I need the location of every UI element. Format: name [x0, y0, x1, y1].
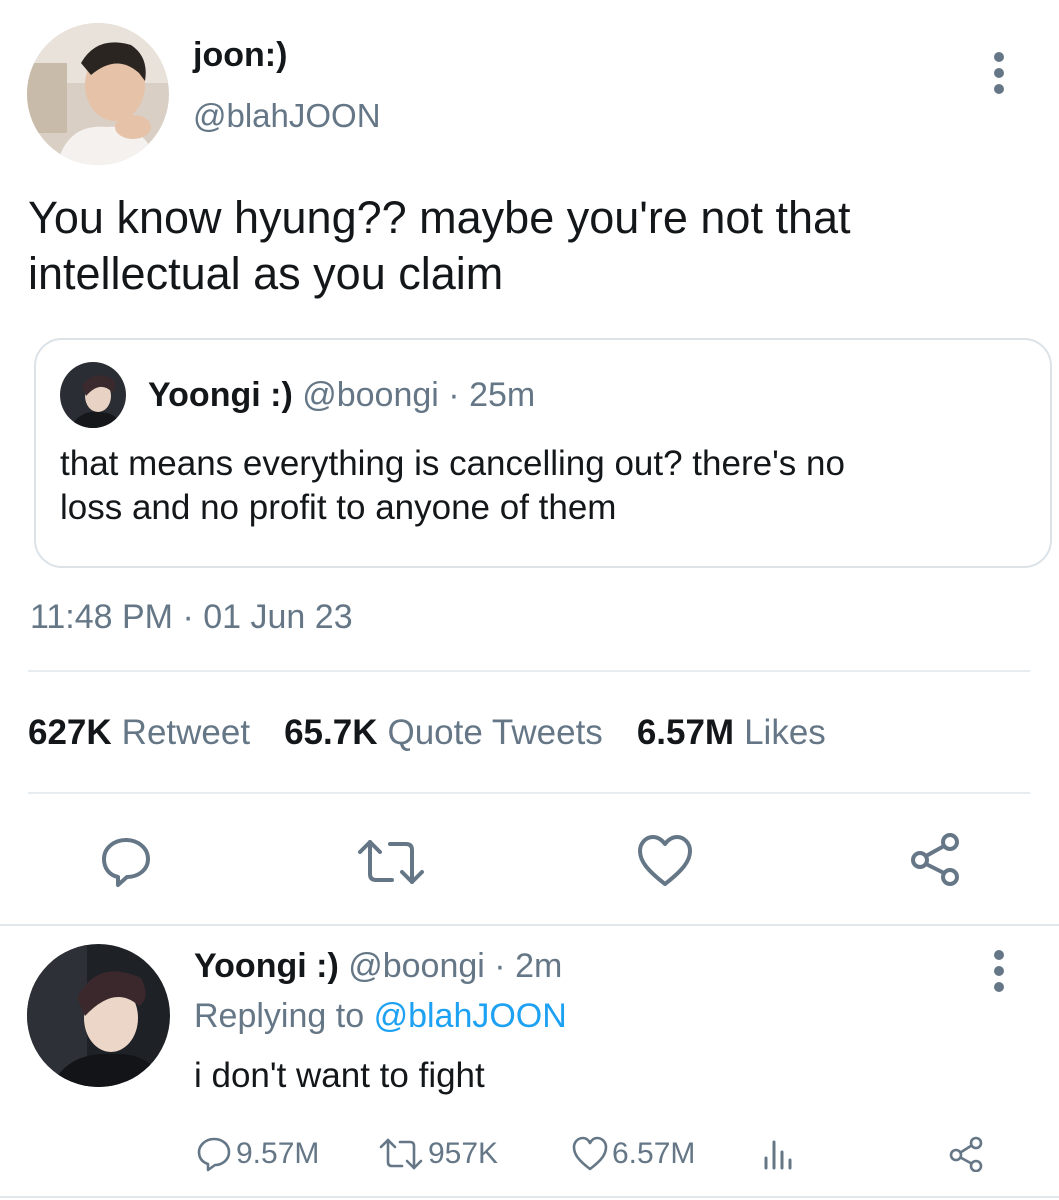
share-icon[interactable] [908, 832, 962, 886]
divider [28, 670, 1030, 672]
more-dot [994, 68, 1004, 78]
tweet-line-1: You know hyung?? maybe you're not that [28, 192, 851, 243]
retweets-label: Retweet [121, 713, 251, 752]
quoted-tweet-card[interactable]: Yoongi :) @boongi · 25m that means every… [34, 338, 1052, 568]
like-icon[interactable] [637, 834, 693, 888]
more-dot [994, 950, 1004, 960]
analytics-action[interactable] [760, 1132, 800, 1176]
replying-to-link[interactable]: @blahJOON [374, 997, 567, 1035]
yoongi-avatar [60, 362, 126, 428]
reply-body: i don't want to fight [194, 1056, 485, 1095]
quotes-label: Quote Tweets [387, 713, 603, 752]
tweet-detail-page: joon:) @blahJOON You know hyung?? maybe … [0, 0, 1059, 1200]
like-action[interactable]: 6.57M [572, 1132, 695, 1176]
retweets-count: 627K [28, 713, 112, 752]
like-count: 6.57M [612, 1137, 696, 1170]
joon-avatar[interactable] [27, 23, 169, 165]
reply-display-name[interactable]: Yoongi :) [194, 947, 339, 985]
yoongi-reply-avatar[interactable] [27, 944, 170, 1087]
retweets-stat[interactable]: 627K Retweet [28, 713, 250, 753]
more-dot [994, 966, 1004, 976]
replying-to-prefix: Replying to [194, 997, 365, 1035]
quote-line-2: loss and no profit to anyone of them [60, 488, 617, 527]
quotes-stat[interactable]: 65.7K Quote Tweets [284, 713, 603, 753]
retweet-action[interactable]: 957K [378, 1132, 498, 1176]
bottom-divider [0, 1196, 1059, 1198]
more-vertical-icon[interactable] [992, 950, 1006, 992]
more-dot [994, 982, 1004, 992]
replying-to: Replying to @blahJOON [194, 997, 567, 1036]
tweet-line-2: intellectual as you claim [28, 248, 504, 299]
analytics-icon [764, 1140, 792, 1170]
author-handle[interactable]: @blahJOON [193, 97, 381, 135]
reply-count: 9.57M [236, 1137, 320, 1170]
reply-separator: · [494, 947, 506, 985]
quote-separator: · [448, 376, 460, 414]
likes-label: Likes [744, 713, 826, 752]
more-dot [994, 52, 1004, 62]
share-icon [949, 1136, 983, 1172]
tweet-timestamp: 11:48 PM · 01 Jun 23 [30, 598, 353, 637]
like-icon [572, 1136, 608, 1171]
section-divider [0, 924, 1059, 926]
quote-time: 25m [469, 376, 536, 414]
quotes-count: 65.7K [284, 713, 378, 752]
reply-icon [197, 1137, 231, 1172]
likes-stat[interactable]: 6.57M Likes [637, 713, 826, 753]
author-display-name[interactable]: joon:) [193, 36, 287, 75]
more-dot [994, 84, 1004, 94]
engagement-stats: 627K Retweet 65.7K Quote Tweets 6.57M Likes [28, 713, 826, 753]
timestamp-date: 01 Jun 23 [203, 598, 353, 636]
quote-body: that means everything is cancelling out?… [60, 442, 1030, 530]
quote-handle: @boongi [302, 376, 439, 414]
more-vertical-icon[interactable] [992, 52, 1006, 94]
quote-header: Yoongi :) @boongi · 25m [148, 376, 535, 415]
quote-line-1: that means everything is cancelling out?… [60, 444, 845, 483]
reply-icon[interactable] [100, 836, 152, 888]
reply-handle[interactable]: @boongi [348, 947, 485, 985]
reply-action[interactable]: 9.57M [196, 1132, 319, 1176]
retweet-icon[interactable] [356, 838, 426, 886]
likes-count: 6.57M [636, 713, 735, 752]
retweet-icon [379, 1138, 423, 1170]
timestamp-time: 11:48 PM [30, 598, 174, 636]
tweet-body: You know hyung?? maybe you're not that i… [28, 190, 1028, 302]
divider [28, 792, 1030, 794]
timestamp-separator: · [182, 598, 194, 636]
reply-time: 2m [515, 947, 563, 985]
reply-header: Yoongi :) @boongi · 2m [194, 947, 562, 986]
retweet-count: 957K [428, 1137, 499, 1170]
share-action[interactable] [948, 1132, 988, 1176]
quote-display-name: Yoongi :) [148, 376, 293, 414]
